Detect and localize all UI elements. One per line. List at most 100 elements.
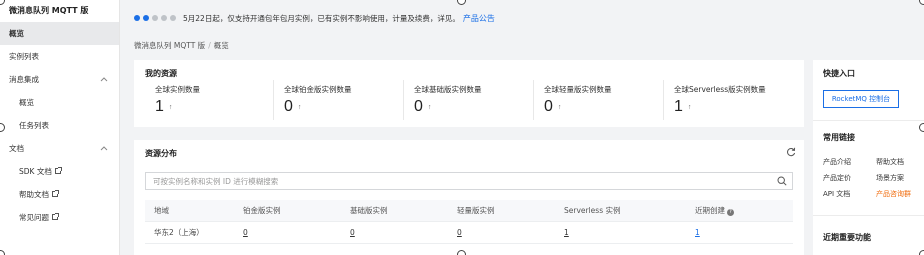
cell-platinum[interactable]: 0 xyxy=(243,222,248,244)
help-icon[interactable]: ? xyxy=(727,209,734,216)
sidebar-item-task-list[interactable]: 任务列表 xyxy=(0,114,119,137)
cell-region: 华东2（上海） xyxy=(154,228,204,237)
stat-value: 0 xyxy=(284,98,293,115)
column-header: 基础版实例 xyxy=(350,206,388,215)
sidebar-item-label: 常见问题 xyxy=(19,213,49,222)
card-title: 我的资源 xyxy=(145,69,177,78)
link-help-docs[interactable]: 帮助文档 xyxy=(876,157,904,167)
chevron-up-icon xyxy=(100,77,108,82)
sidebar-item-label: 实例列表 xyxy=(9,52,39,61)
search-icon[interactable] xyxy=(777,176,787,186)
divider xyxy=(403,80,404,120)
common-links-title: 常用链接 xyxy=(823,133,855,142)
divider xyxy=(533,80,534,120)
arrow-up-icon: ↑ xyxy=(557,104,562,111)
column-header: Serverless 实例 xyxy=(564,206,621,215)
breadcrumb-separator: / xyxy=(208,41,211,50)
divider xyxy=(273,80,274,120)
resize-handle[interactable] xyxy=(919,250,924,255)
table-row: 华东2（上海） 0 0 0 1 1 xyxy=(145,222,793,244)
sidebar-item-label: 概览 xyxy=(9,29,24,38)
sidebar-item-label: 任务列表 xyxy=(19,121,49,130)
sidebar: 微消息队列 MQTT 版 概览 实例列表 消息集成 概览 任务列表 文档 SDK… xyxy=(0,0,120,255)
sidebar-item-label: 文档 xyxy=(9,144,24,153)
divider xyxy=(663,80,664,120)
stat-label: 全球实例数量 xyxy=(155,85,200,94)
link-product-intro[interactable]: 产品介绍 xyxy=(823,157,851,167)
search-input[interactable] xyxy=(146,173,766,189)
column-header: 轻量版实例 xyxy=(457,206,495,215)
resize-handle[interactable] xyxy=(457,250,466,255)
sidebar-item-faq[interactable]: 常见问题 xyxy=(0,206,119,229)
breadcrumb: 微消息队列 MQTT 版 / 概览 xyxy=(134,40,229,51)
notice-banner: 5月22日起，仅支持开通包年包月实例，已有实例不影响使用，计量及续费，详见。 产… xyxy=(121,9,924,27)
chevron-up-icon xyxy=(100,146,108,151)
right-panel: 快捷入口 RocketMQ 控制台 常用链接 产品介绍 帮助文档 产品定价 场景… xyxy=(813,60,924,255)
carousel-dot[interactable] xyxy=(161,15,167,21)
sidebar-item-overview[interactable]: 概览 xyxy=(0,22,119,45)
notice-link[interactable]: 产品公告 xyxy=(463,13,495,24)
carousel-dot[interactable] xyxy=(170,15,176,21)
sidebar-item-label: SDK 文档 xyxy=(19,167,52,176)
stat-value: 1 xyxy=(674,98,683,115)
carousel-dots[interactable] xyxy=(134,15,176,21)
refresh-icon[interactable] xyxy=(786,147,796,157)
stat-value: 1 xyxy=(155,98,164,115)
stat-label: 全球Serverless版实例数量 xyxy=(674,85,766,94)
table-header: 地域 铂金版实例 基础版实例 轻量版实例 Serverless 实例 近期创建? xyxy=(145,200,793,222)
cell-serverless[interactable]: 1 xyxy=(564,222,569,244)
column-header: 近期创建? xyxy=(695,200,734,222)
carousel-dot[interactable] xyxy=(152,15,158,21)
cell-light[interactable]: 0 xyxy=(457,222,462,244)
main-content: 5月22日起，仅支持开通包年包月实例，已有实例不影响使用，计量及续费，详见。 产… xyxy=(121,0,924,255)
resource-distribution-card: 资源分布 地域 铂金版实例 基础版实例 轻量版实例 Serverless 实例 … xyxy=(134,140,804,255)
stat-value: 0 xyxy=(414,98,423,115)
cell-recent[interactable]: 1 xyxy=(695,222,700,244)
sidebar-item-integration[interactable]: 消息集成 xyxy=(0,68,119,91)
link-solutions[interactable]: 场景方案 xyxy=(876,173,904,183)
external-link-icon xyxy=(52,213,59,220)
stat-label: 全球轻量版实例数量 xyxy=(544,85,612,94)
column-header: 地域 xyxy=(154,206,169,215)
divider xyxy=(813,215,924,216)
recent-features-title: 近期重要功能 xyxy=(823,233,871,242)
breadcrumb-root[interactable]: 微消息队列 MQTT 版 xyxy=(134,41,205,50)
arrow-up-icon: ↑ xyxy=(687,104,692,111)
resize-handle[interactable] xyxy=(919,123,924,132)
stat-label: 全球基础版实例数量 xyxy=(414,85,482,94)
sidebar-item-sdk-docs[interactable]: SDK 文档 xyxy=(0,160,119,183)
carousel-dot[interactable] xyxy=(134,15,140,21)
external-link-icon xyxy=(54,167,62,174)
sidebar-item-label: 消息集成 xyxy=(9,75,39,84)
arrow-up-icon: ↑ xyxy=(427,104,432,111)
cell-basic[interactable]: 0 xyxy=(350,222,355,244)
divider xyxy=(813,120,924,121)
arrow-up-icon: ↑ xyxy=(168,104,173,111)
link-api-docs[interactable]: API 文档 xyxy=(823,189,850,199)
stat-basic-instances: 全球基础版实例数量 0 ↑ xyxy=(414,84,534,120)
sidebar-item-help-docs[interactable]: 帮助文档 xyxy=(0,183,119,206)
sidebar-item-integration-overview[interactable]: 概览 xyxy=(0,91,119,114)
sidebar-item-instances[interactable]: 实例列表 xyxy=(0,45,119,68)
column-header: 铂金版实例 xyxy=(243,206,281,215)
notice-text: 5月22日起，仅支持开通包年包月实例，已有实例不影响使用，计量及续费，详见。 xyxy=(183,13,460,23)
external-link-icon xyxy=(52,190,59,197)
my-resources-card: 我的资源 全球实例数量 1 ↑ 全球铂金版实例数量 0 ↑ 全球基础版实例数量 0 ↑… xyxy=(134,60,804,127)
sidebar-title: 微消息队列 MQTT 版 xyxy=(9,6,89,15)
link-pricing[interactable]: 产品定价 xyxy=(823,173,851,183)
stat-platinum-instances: 全球铂金版实例数量 0 ↑ xyxy=(284,84,404,120)
sidebar-item-docs[interactable]: 文档 xyxy=(0,137,119,160)
link-consult-group[interactable]: 产品咨询群 xyxy=(876,189,911,199)
breadcrumb-current: 概览 xyxy=(213,41,229,50)
rocketmq-console-button[interactable]: RocketMQ 控制台 xyxy=(823,90,899,108)
stat-total-instances: 全球实例数量 1 ↑ xyxy=(155,84,275,120)
sidebar-item-label: 帮助文档 xyxy=(19,190,49,199)
stat-label: 全球铂金版实例数量 xyxy=(284,85,352,94)
stat-serverless-instances: 全球Serverless版实例数量 1 ↑ xyxy=(674,84,794,120)
stat-value: 0 xyxy=(544,98,553,115)
arrow-up-icon: ↑ xyxy=(297,104,302,111)
carousel-dot[interactable] xyxy=(143,15,149,21)
card-title: 资源分布 xyxy=(145,149,177,158)
stat-light-instances: 全球轻量版实例数量 0 ↑ xyxy=(544,84,664,120)
quick-entry-title: 快捷入口 xyxy=(823,69,855,78)
